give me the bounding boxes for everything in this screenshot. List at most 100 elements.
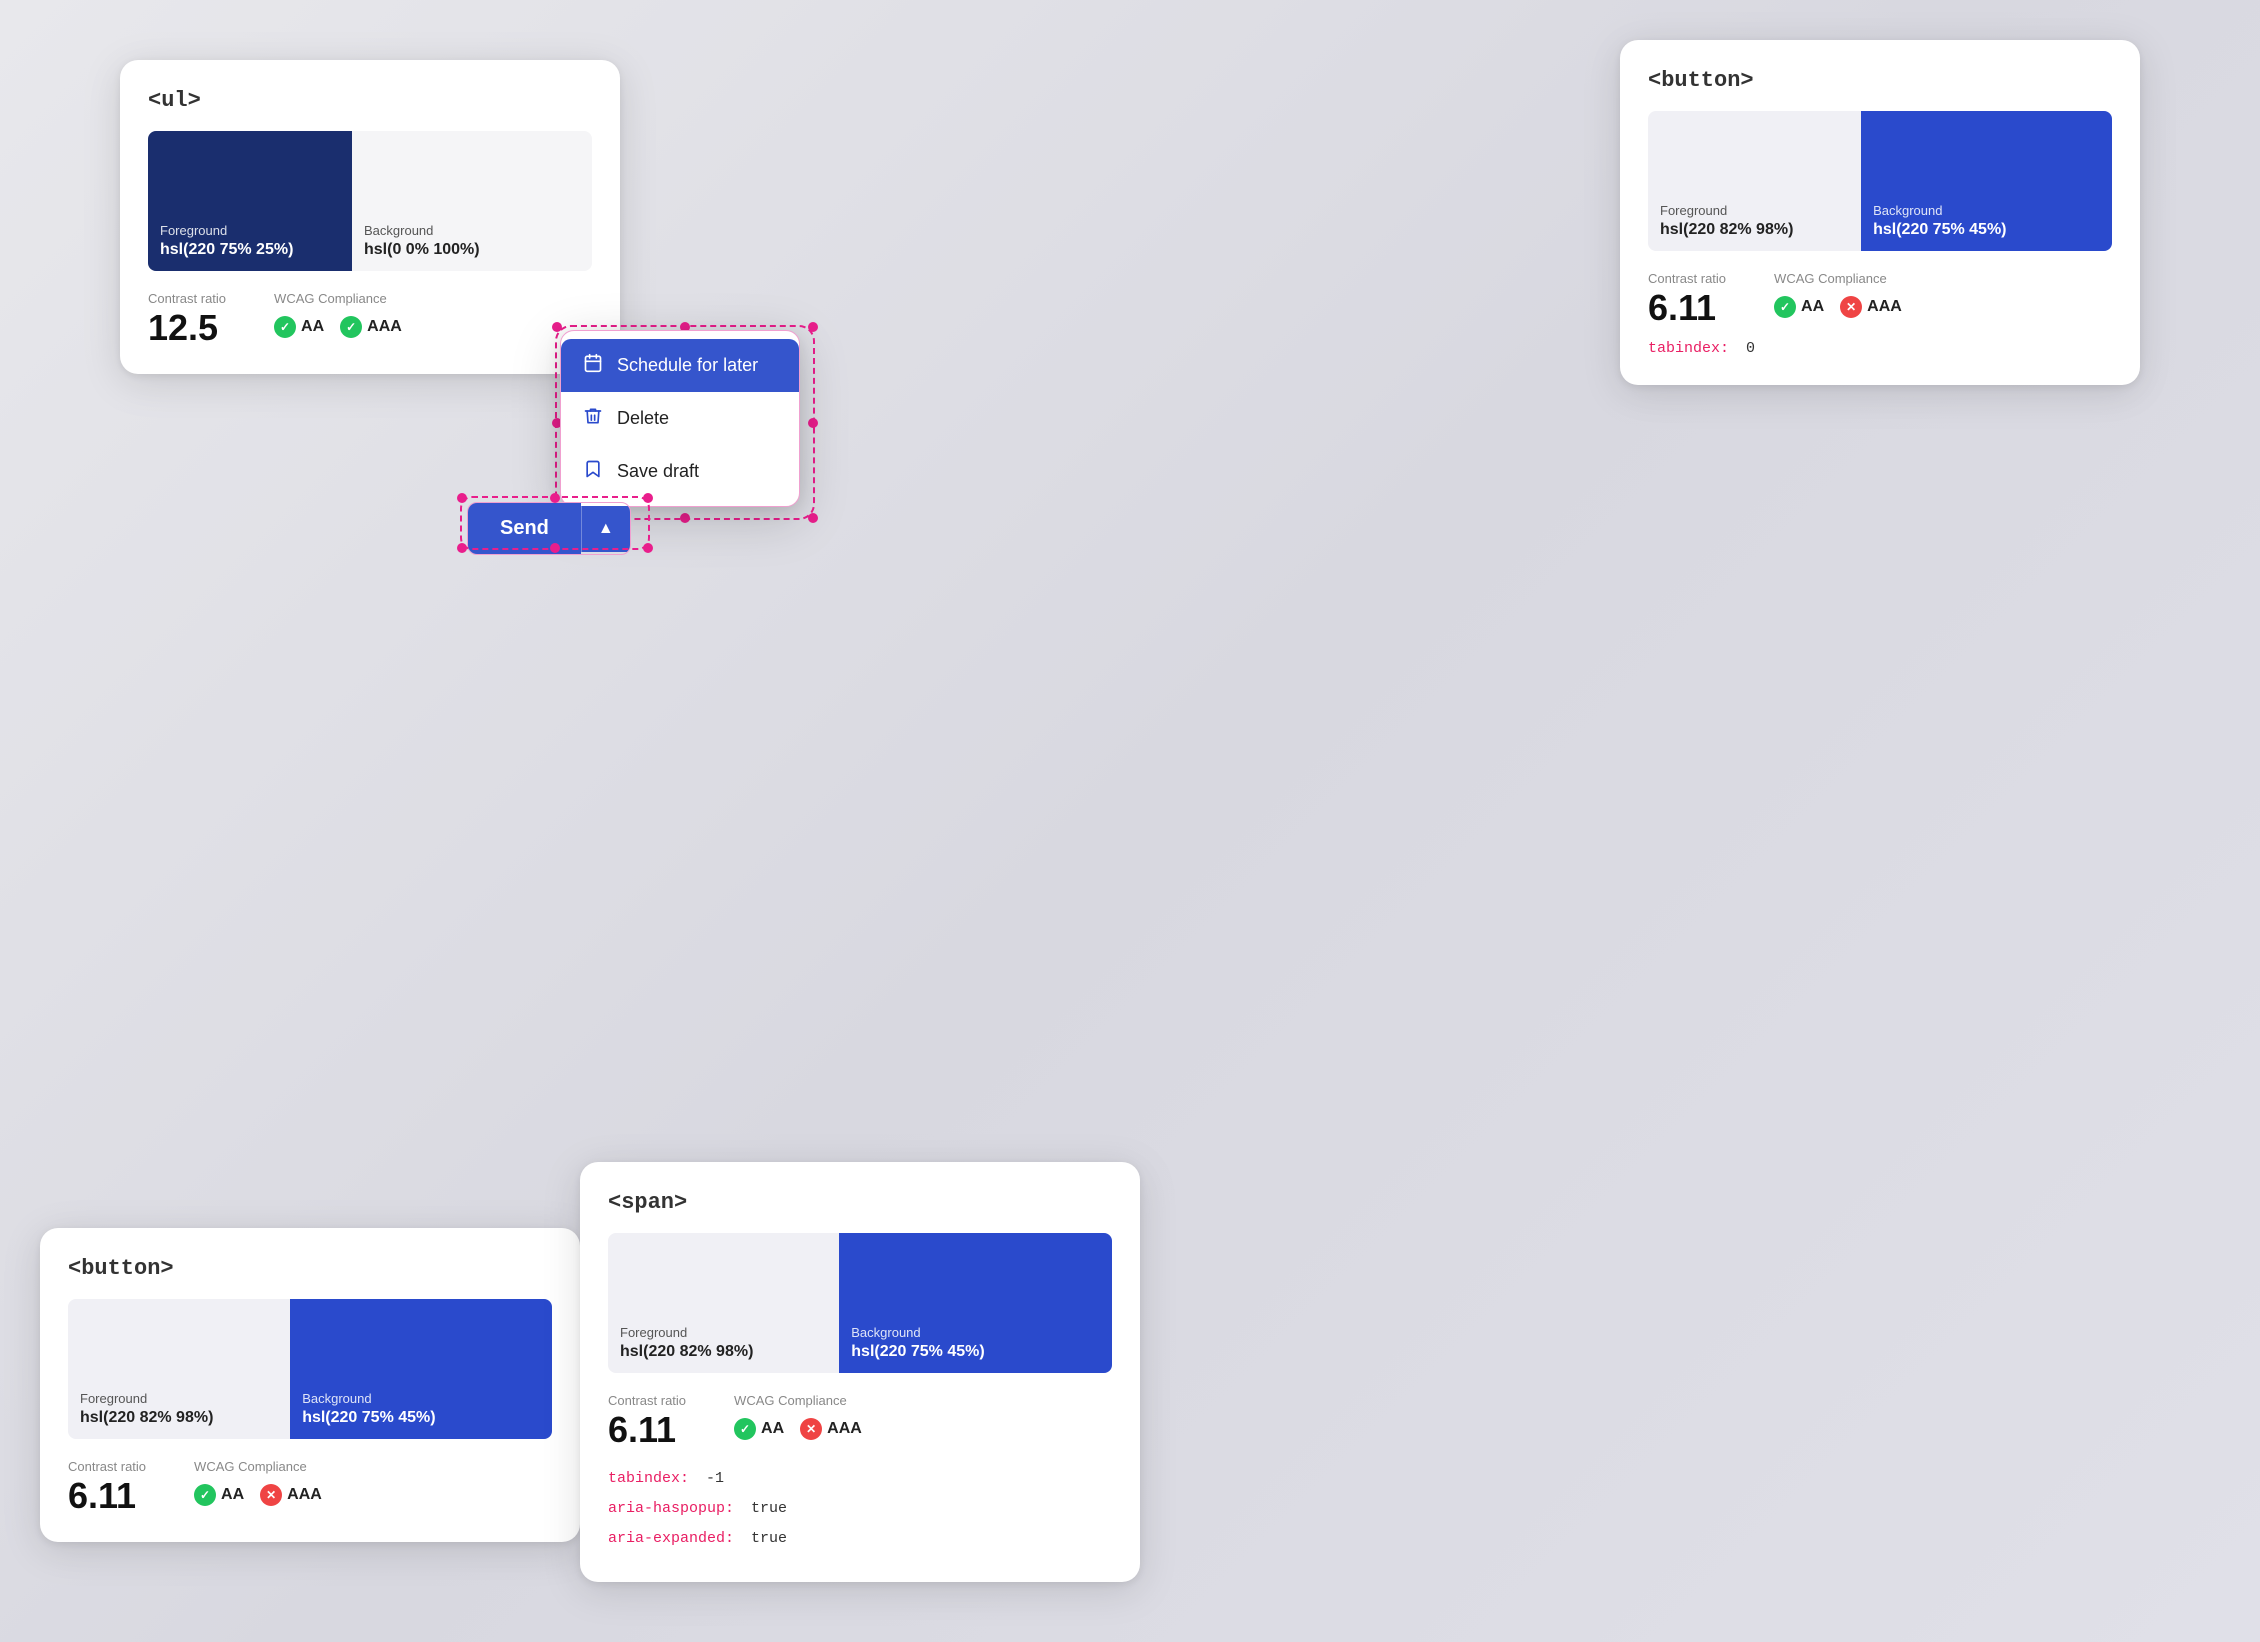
aa-badge-btn-top: ✓ AA: [1774, 296, 1824, 318]
bg-value-span: hsl(220 75% 45%): [851, 1343, 1100, 1361]
wcag-label-btn-bottom: WCAG Compliance: [194, 1459, 322, 1474]
bg-value-btn-bottom: hsl(220 75% 45%): [302, 1409, 540, 1427]
contrast-value-span: 6.11: [608, 1412, 686, 1448]
fg-label-span: Foreground: [620, 1325, 827, 1340]
aa-check-btn-top: ✓: [1774, 296, 1796, 318]
color-swatches-btn-bottom: Foreground hsl(220 82% 98%) Background h…: [68, 1299, 552, 1439]
foreground-swatch-btn-bottom: Foreground hsl(220 82% 98%): [68, 1299, 290, 1439]
aa-badge-ul: ✓ AA: [274, 316, 324, 338]
contrast-label-btn-bottom: Contrast ratio: [68, 1459, 146, 1474]
fg-label-btn-bottom: Foreground: [80, 1391, 278, 1406]
dropdown-item-save-draft[interactable]: Save draft: [561, 445, 799, 498]
delete-label: Delete: [617, 408, 669, 429]
contrast-group-btn-top: Contrast ratio 6.11: [1648, 271, 1726, 326]
card-button-top-meta: Contrast ratio 6.11 WCAG Compliance ✓ AA…: [1648, 271, 2112, 326]
fg-value-span: hsl(220 82% 98%): [620, 1343, 827, 1361]
background-swatch-ul: Background hsl(0 0% 100%): [352, 131, 592, 271]
card-ul-title: <ul>: [148, 88, 592, 113]
tabindex-attr-name-span: tabindex:: [608, 1470, 689, 1487]
card-span-title: <span>: [608, 1190, 1112, 1215]
dot-bc: [680, 513, 690, 523]
bg-label-ul: Background: [364, 223, 580, 238]
wcag-group-btn-top: WCAG Compliance ✓ AA ✕ AAA: [1774, 271, 1902, 318]
bg-label-btn-bottom: Background: [302, 1391, 540, 1406]
wcag-group-ul: WCAG Compliance ✓ AA ✓ AAA: [274, 291, 402, 338]
card-ul: <ul> Foreground hsl(220 75% 25%) Backgro…: [120, 60, 620, 374]
aria-expanded-line-span: aria-expanded: true: [608, 1524, 1112, 1554]
wcag-label-ul: WCAG Compliance: [274, 291, 402, 306]
dropdown-item-delete[interactable]: Delete: [561, 392, 799, 445]
bg-label-span: Background: [851, 1325, 1100, 1340]
tabindex-row-btn-top: tabindex: 0: [1648, 340, 2112, 357]
wcag-label-span: WCAG Compliance: [734, 1393, 862, 1408]
color-swatches-span: Foreground hsl(220 82% 98%) Background h…: [608, 1233, 1112, 1373]
tabindex-row-span: tabindex: -1 aria-haspopup: true aria-ex…: [608, 1464, 1112, 1554]
contrast-group-span: Contrast ratio 6.11: [608, 1393, 686, 1448]
bg-label-btn-top: Background: [1873, 203, 2100, 218]
card-button-top-title: <button>: [1648, 68, 2112, 93]
aaa-check-btn-bottom: ✕: [260, 1484, 282, 1506]
aria-haspopup-line-span: aria-haspopup: true: [608, 1494, 1112, 1524]
contrast-label-btn-top: Contrast ratio: [1648, 271, 1726, 286]
aa-check-btn-bottom: ✓: [194, 1484, 216, 1506]
fg-label-btn-top: Foreground: [1660, 203, 1849, 218]
wcag-group-span: WCAG Compliance ✓ AA ✕ AAA: [734, 1393, 862, 1440]
color-swatches-ul: Foreground hsl(220 75% 25%) Background h…: [148, 131, 592, 271]
aria-expanded-attr-name-span: aria-expanded:: [608, 1530, 734, 1547]
fg-value-ul: hsl(220 75% 25%): [160, 241, 340, 259]
calendar-icon: [583, 353, 603, 378]
contrast-value-btn-bottom: 6.11: [68, 1478, 146, 1514]
contrast-label-ul: Contrast ratio: [148, 291, 226, 306]
card-button-bottom-meta: Contrast ratio 6.11 WCAG Compliance ✓ AA…: [68, 1459, 552, 1514]
card-button-bottom: <button> Foreground hsl(220 82% 98%) Bac…: [40, 1228, 580, 1542]
trash-icon: [583, 406, 603, 431]
aaa-check-btn-top: ✕: [1840, 296, 1862, 318]
send-chevron-button[interactable]: ▲: [581, 506, 630, 552]
aaa-check-span: ✕: [800, 1418, 822, 1440]
card-button-top: <button> Foreground hsl(220 82% 98%) Bac…: [1620, 40, 2140, 385]
aaa-badge-btn-top: ✕ AAA: [1840, 296, 1902, 318]
contrast-group-btn-bottom: Contrast ratio 6.11: [68, 1459, 146, 1514]
send-dot-br: [643, 543, 653, 553]
color-swatches-button-top: Foreground hsl(220 82% 98%) Background h…: [1648, 111, 2112, 251]
aa-check-ul: ✓: [274, 316, 296, 338]
card-button-bottom-title: <button>: [68, 1256, 552, 1281]
send-button[interactable]: Send: [468, 503, 581, 554]
aaa-badge-btn-bottom: ✕ AAA: [260, 1484, 322, 1506]
card-span-meta: Contrast ratio 6.11 WCAG Compliance ✓ AA…: [608, 1393, 1112, 1448]
foreground-swatch-btn-top: Foreground hsl(220 82% 98%): [1648, 111, 1861, 251]
aria-haspopup-attr-value-span: true: [751, 1500, 787, 1517]
fg-value-btn-top: hsl(220 82% 98%): [1660, 221, 1849, 239]
wcag-group-btn-bottom: WCAG Compliance ✓ AA ✕ AAA: [194, 1459, 322, 1506]
aaa-badge-span: ✕ AAA: [800, 1418, 862, 1440]
aa-badge-span: ✓ AA: [734, 1418, 784, 1440]
dropdown-item-schedule[interactable]: Schedule for later: [561, 339, 799, 392]
fg-label-ul: Foreground: [160, 223, 340, 238]
dropdown-menu: Schedule for later Delete Save draft: [560, 330, 800, 507]
card-ul-meta: Contrast ratio 12.5 WCAG Compliance ✓ AA…: [148, 291, 592, 346]
save-draft-label: Save draft: [617, 461, 699, 482]
aaa-badge-ul: ✓ AAA: [340, 316, 402, 338]
dot-tr: [808, 322, 818, 332]
wcag-row-btn-bottom: ✓ AA ✕ AAA: [194, 1484, 322, 1506]
contrast-label-span: Contrast ratio: [608, 1393, 686, 1408]
contrast-value-ul: 12.5: [148, 310, 226, 346]
send-dot-bl: [457, 543, 467, 553]
contrast-value-btn-top: 6.11: [1648, 290, 1726, 326]
foreground-swatch-ul: Foreground hsl(220 75% 25%): [148, 131, 352, 271]
wcag-row-span: ✓ AA ✕ AAA: [734, 1418, 862, 1440]
schedule-label: Schedule for later: [617, 355, 758, 376]
aa-badge-btn-bottom: ✓ AA: [194, 1484, 244, 1506]
foreground-swatch-span: Foreground hsl(220 82% 98%): [608, 1233, 839, 1373]
aria-expanded-attr-value-span: true: [751, 1530, 787, 1547]
wcag-row-btn-top: ✓ AA ✕ AAA: [1774, 296, 1902, 318]
tabindex-line-span: tabindex: -1: [608, 1464, 1112, 1494]
tabindex-attr-value-span: -1: [706, 1470, 724, 1487]
card-span: <span> Foreground hsl(220 82% 98%) Backg…: [580, 1162, 1140, 1582]
tabindex-attr-name-btn-top: tabindex:: [1648, 340, 1729, 357]
dot-br: [808, 513, 818, 523]
wcag-row-ul: ✓ AA ✓ AAA: [274, 316, 402, 338]
contrast-group-ul: Contrast ratio 12.5: [148, 291, 226, 346]
bookmark-icon: [583, 459, 603, 484]
bg-value-btn-top: hsl(220 75% 45%): [1873, 221, 2100, 239]
